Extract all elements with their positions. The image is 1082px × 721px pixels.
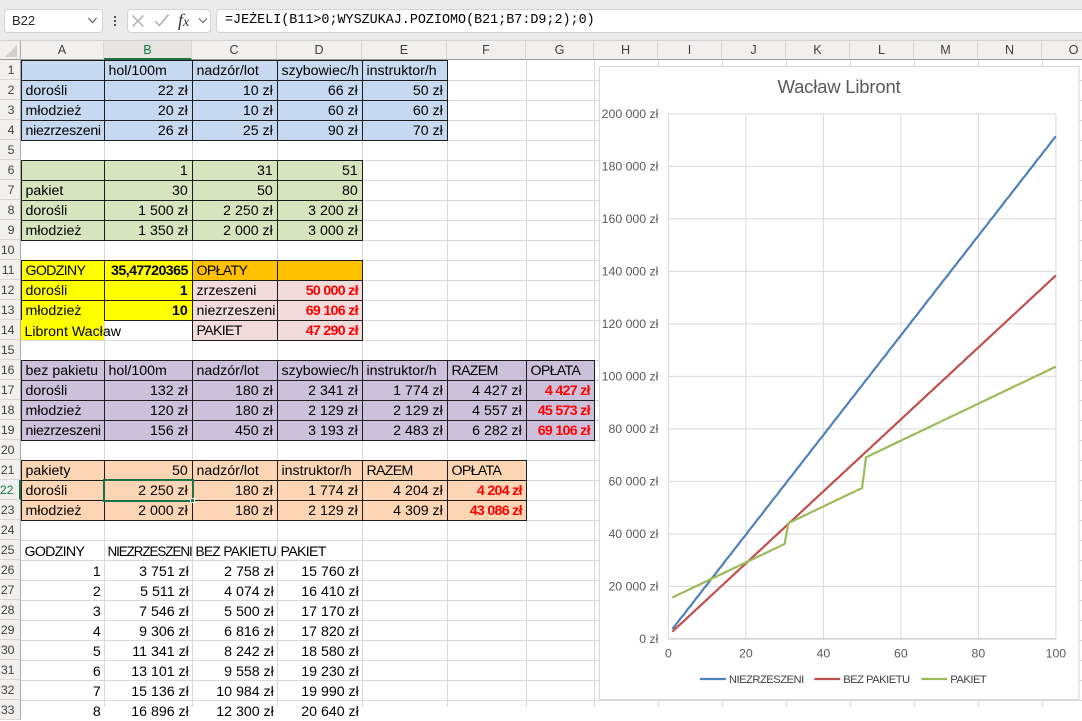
svg-text:180 000 zł: 180 000 zł [602,159,659,173]
svg-text:0 zł: 0 zł [639,632,658,646]
svg-text:BEZ PAKIETU: BEZ PAKIETU [843,674,910,686]
svg-text:NIEZRZESZENI: NIEZRZESZENI [729,674,804,686]
svg-text:0: 0 [665,646,672,660]
svg-text:140 000 zł: 140 000 zł [602,264,659,278]
svg-text:40 000 zł: 40 000 zł [608,527,658,541]
svg-text:40: 40 [817,646,831,660]
svg-text:160 000 zł: 160 000 zł [602,212,659,226]
svg-text:80: 80 [972,646,986,660]
svg-text:200 000 zł: 200 000 zł [602,107,659,121]
svg-text:100: 100 [1046,646,1067,660]
svg-text:60: 60 [894,646,908,660]
svg-text:20: 20 [739,646,753,660]
svg-text:60 000 zł: 60 000 zł [608,474,658,488]
svg-text:Wacław Libront: Wacław Libront [778,76,901,97]
svg-text:80 000 zł: 80 000 zł [608,422,658,436]
svg-text:100 000 zł: 100 000 zł [602,369,659,383]
svg-text:20 000 zł: 20 000 zł [608,579,658,593]
svg-text:120 000 zł: 120 000 zł [602,317,659,331]
svg-text:PAKIET: PAKIET [950,674,987,686]
